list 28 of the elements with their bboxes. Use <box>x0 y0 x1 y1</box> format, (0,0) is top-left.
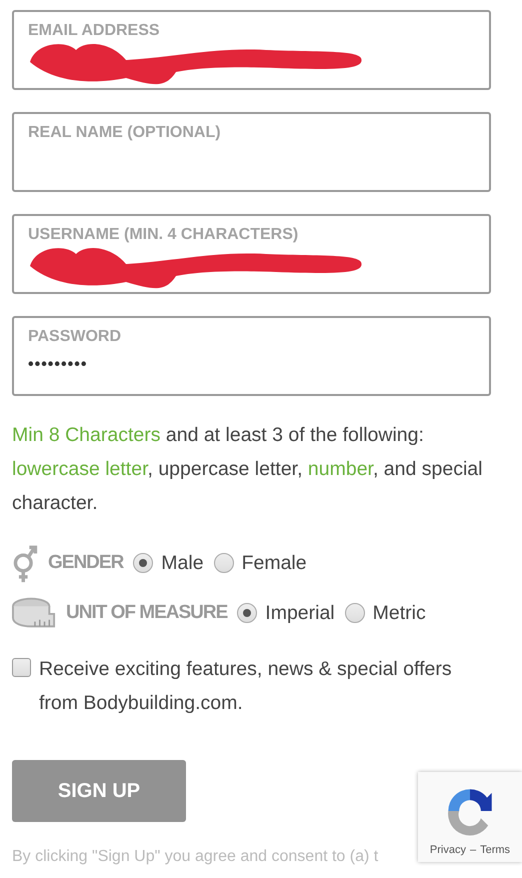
radio-button[interactable] <box>237 603 258 623</box>
terms-link[interactable]: Terms <box>480 844 510 856</box>
radio-label: Male <box>161 552 204 574</box>
radio-button[interactable] <box>133 553 154 573</box>
password-requirements: Min 8 Characters and at least 3 of the following: lowercase letter, uppercase letter, number, and special character. <box>12 423 484 516</box>
radio-option[interactable]: Male <box>133 552 204 574</box>
option-label: UNIT OF MEASURE <box>66 602 228 624</box>
radio-label: Imperial <box>265 602 335 624</box>
privacy-link[interactable]: Privacy <box>430 844 466 856</box>
separator: – <box>470 844 476 856</box>
field-label: EMAIL ADDRESS <box>28 22 160 40</box>
input-field[interactable]: PASSWORD ••••••••• <box>12 316 491 396</box>
field-value: ••••••••• <box>28 356 88 374</box>
checkbox[interactable] <box>12 658 31 677</box>
radio-option[interactable]: Female <box>214 552 307 574</box>
radio-label: Metric <box>372 602 426 624</box>
field-label: PASSWORD <box>28 328 122 346</box>
radio-label: Female <box>242 552 307 574</box>
checkbox-label: Receive exciting features, news & special offers from Bodybuilding.com. <box>39 657 453 716</box>
radio-button[interactable] <box>344 603 365 623</box>
radio-button[interactable] <box>214 553 234 573</box>
field-label: REAL NAME (OPTIONAL) <box>28 124 221 142</box>
tape-measure-icon <box>12 596 56 630</box>
radio-option[interactable]: Imperial <box>237 602 335 624</box>
field-label: USERNAME (MIN. 4 CHARACTERS) <box>28 226 298 244</box>
option-label: GENDER <box>48 552 124 574</box>
radio-option[interactable]: Metric <box>344 602 426 624</box>
disclaimer-text: By clicking "Sign Up" you agree and consent to (a) t <box>12 848 378 866</box>
